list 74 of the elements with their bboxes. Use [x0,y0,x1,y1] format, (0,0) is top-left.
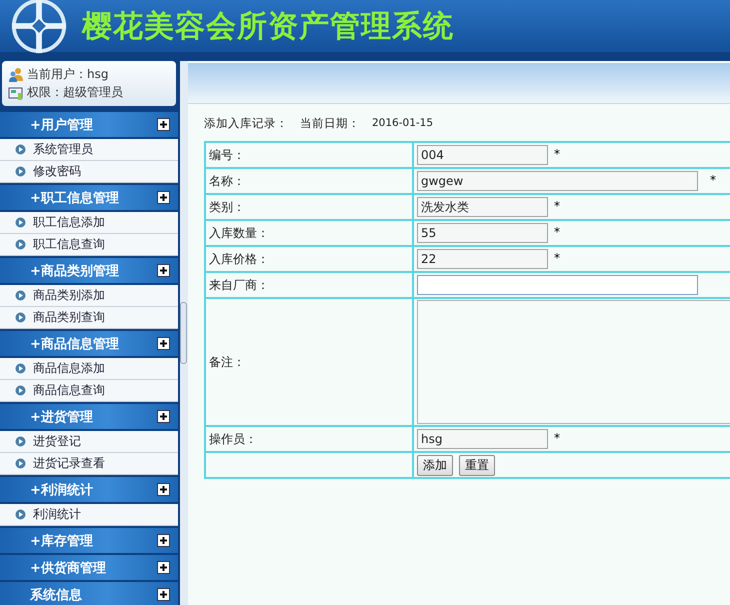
permission-text: 权限：超级管理员 [27,84,123,101]
field-label: 操作员： [205,426,413,452]
bullet-icon [15,239,26,250]
expand-icon [157,561,170,574]
menu-item[interactable]: 修改密码 [0,161,178,183]
input-field[interactable]: 55 [417,223,548,243]
field-label: 类别： [205,194,413,220]
field-label: 编号： [205,142,413,168]
field-label: 入库价格： [205,246,413,272]
app-title: 樱花美容会所资产管理系统 [82,8,454,46]
menu-group-header[interactable]: +供货商管理 [0,555,178,580]
input-field[interactable]: gwgew [417,171,698,191]
menu-group-header[interactable]: +用户管理 [0,112,178,137]
required-mark: * [710,173,716,188]
bullet-icon [15,166,26,177]
required-mark: * [554,251,560,266]
field-label: 入库数量： [205,220,413,246]
menu-item[interactable]: 系统管理员 [0,139,178,161]
form-heading: 添加入库记录： [204,116,288,131]
expand-icon [157,337,170,350]
bullet-icon [15,458,26,469]
expand-icon [157,534,170,547]
menu-group-header[interactable]: +利润统计 [0,477,178,502]
expand-icon [157,483,170,496]
input-field[interactable] [417,275,698,295]
input-field[interactable]: hsg [417,429,548,449]
menu-item[interactable]: 进货记录查看 [0,453,178,475]
field-label: 名称： [205,168,413,194]
bullet-icon [15,363,26,374]
remark-field[interactable] [417,300,730,424]
bullet-icon [15,290,26,301]
form-button[interactable]: 添加 [417,454,453,476]
menu-item[interactable]: 商品信息添加 [0,358,178,380]
expand-icon [157,118,170,131]
required-mark: * [554,225,560,240]
menu-item[interactable]: 职工信息添加 [0,212,178,234]
id-card-icon [8,84,24,100]
bullet-icon [15,436,26,447]
collapse-handle[interactable] [180,302,187,364]
menu-item[interactable]: 进货登记 [0,431,178,453]
menu-item[interactable]: 商品类别查询 [0,307,178,329]
bullet-icon [15,509,26,520]
menu-group-header[interactable]: 系统信息 [0,582,178,605]
current-user-text: 当前用户：hsg [27,66,108,83]
bullet-icon [15,217,26,228]
expand-icon [157,588,170,601]
form-button[interactable]: 重置 [459,454,495,476]
menu-group-header[interactable]: +商品信息管理 [0,331,178,356]
bullet-icon [15,385,26,396]
required-mark: * [554,431,560,446]
users-icon [8,66,24,82]
field-label: 备注： [205,298,413,426]
menu-group-header[interactable]: +库存管理 [0,528,178,553]
logo-icon [10,0,68,55]
date-label: 当前日期： [300,116,360,131]
required-mark: * [554,199,560,214]
input-field[interactable]: 004 [417,145,548,165]
expand-icon [157,410,170,423]
menu-item[interactable]: 商品类别添加 [0,285,178,307]
menu-item[interactable]: 利润统计 [0,504,178,526]
menu-item[interactable]: 商品信息查询 [0,380,178,402]
expand-icon [157,264,170,277]
menu-group-header[interactable]: +商品类别管理 [0,258,178,283]
expand-icon [157,191,170,204]
field-label: 来自厂商： [205,272,413,298]
input-field[interactable]: 洗发水类 [417,197,548,217]
bullet-icon [15,144,26,155]
bullet-icon [15,312,26,323]
input-field[interactable]: 22 [417,249,548,269]
menu-group-header[interactable]: +职工信息管理 [0,185,178,210]
menu-item[interactable]: 职工信息查询 [0,234,178,256]
menu-group-header[interactable]: +进货管理 [0,404,178,429]
current-date: 2016-01-15 [372,116,434,131]
required-mark: * [554,147,560,162]
